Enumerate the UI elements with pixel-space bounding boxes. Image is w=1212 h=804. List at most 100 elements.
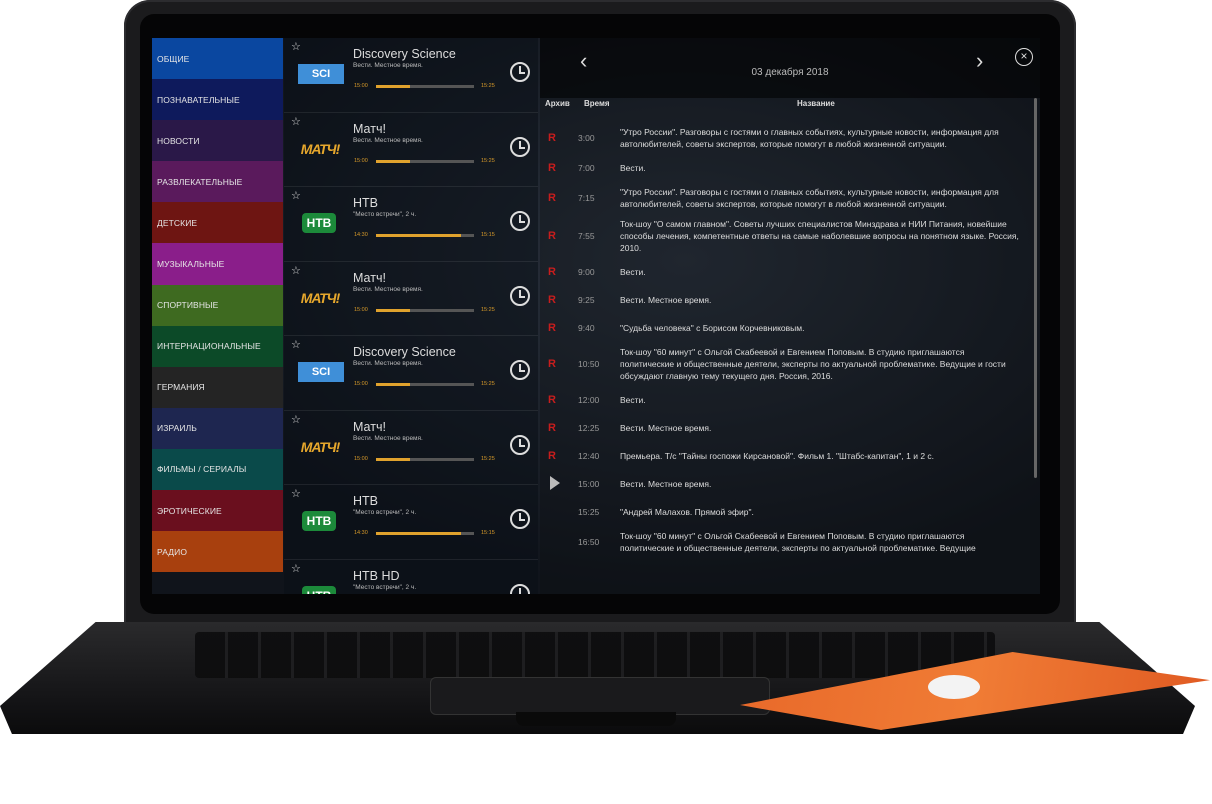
archive-badge[interactable]: R: [540, 450, 578, 462]
category-item[interactable]: РАДИО: [152, 531, 283, 573]
channel-row[interactable]: ☆ SCI Discovery Science Вести. Местное в…: [284, 336, 538, 411]
clock-icon[interactable]: [510, 136, 530, 157]
program-title: Ток-шоу "60 минут" с Ольгой Скабеевой и …: [620, 531, 976, 553]
category-item[interactable]: СПОРТИВНЫЕ: [152, 284, 283, 326]
channel-name: Discovery Science: [353, 345, 456, 359]
favorite-star-icon[interactable]: ☆: [291, 562, 301, 575]
category-sidebar: ОБЩИЕ ПОЗНАВАТЕЛЬНЫЕ НОВОСТИ РАЗВЛЕКАТЕЛЬНЫ…: [152, 38, 283, 573]
current-program: Вести. Местное время.: [353, 136, 423, 144]
program-progress-bar: [376, 308, 474, 312]
archive-badge[interactable]: R: [540, 132, 578, 144]
category-item[interactable]: ИНТЕРНАЦИОНАЛЬНЫЕ: [152, 325, 283, 367]
category-item[interactable]: ИЗРАИЛЬ: [152, 407, 283, 449]
category-item[interactable]: НОВОСТИ: [152, 120, 283, 162]
program-row[interactable]: R 7:00 Вести.: [540, 154, 1040, 182]
scrollbar[interactable]: [1034, 98, 1037, 478]
play-icon[interactable]: [550, 475, 560, 490]
clock-icon[interactable]: [510, 62, 530, 82]
program-row[interactable]: R 10:50 Ток-шоу "60 минут" с Ольгой Скабе…: [540, 342, 1040, 386]
channel-row[interactable]: ☆ SCI Discovery Science Вести. Местное в…: [284, 38, 538, 113]
category-item[interactable]: ГЕРМАНИЯ: [152, 366, 283, 408]
program-row[interactable]: 16:50 Ток-шоу "60 минут" с Ольгой Скабее…: [540, 526, 1040, 558]
program-time: 3:00: [578, 133, 595, 143]
category-item[interactable]: ДЕТСКИЕ: [152, 202, 283, 244]
channel-row[interactable]: ☆ МАТЧ! Матч! Вести. Местное время. 15:00…: [284, 262, 538, 336]
program-row[interactable]: 15:00 Вести. Местное время.: [540, 470, 1040, 498]
clock-icon[interactable]: [510, 360, 530, 380]
col-time: Время: [584, 99, 610, 108]
favorite-star-icon[interactable]: ☆: [291, 189, 301, 202]
current-program: "Место встречи", 2 ч.: [353, 583, 417, 591]
program-time: 7:00: [578, 163, 595, 173]
program-progress-bar: [376, 532, 474, 535]
archive-badge[interactable]: R: [540, 422, 578, 434]
category-item[interactable]: ПОЗНАВАТЕЛЬНЫЕ: [152, 79, 283, 121]
program-title: Ток-шоу "60 минут" с Ольгой Скабеевой и …: [620, 347, 1006, 381]
favorite-star-icon[interactable]: ☆: [291, 264, 301, 277]
archive-badge[interactable]: R: [540, 394, 578, 406]
program-row[interactable]: R 3:00 "Утро России". Разговоры с гостями…: [540, 122, 1040, 154]
channel-row[interactable]: ☆ МАТЧ! Матч! Вести. Местное время. 15:00…: [284, 411, 538, 485]
archive-badge[interactable]: R: [540, 358, 578, 370]
program-end: 15:15: [481, 530, 495, 536]
progress-fill: [376, 532, 462, 535]
clock-icon[interactable]: [510, 211, 530, 231]
clock-icon[interactable]: [510, 285, 530, 306]
channel-row[interactable]: ☆ НТВ НТВ "Место встречи", 2 ч. 14:30 15:…: [284, 485, 538, 560]
channel-row[interactable]: ☆ НТВ НТВ "Место встречи", 2 ч. 14:30 15:…: [284, 187, 538, 262]
close-icon[interactable]: ×: [1015, 48, 1033, 66]
program-row[interactable]: R 9:25 Вести. Местное время.: [540, 286, 1040, 314]
clock-icon[interactable]: [510, 434, 530, 455]
category-item[interactable]: МУЗЫКАЛЬНЫЕ: [152, 243, 283, 285]
archive-badge[interactable]: R: [540, 230, 578, 242]
archive-badge[interactable]: R: [540, 322, 578, 334]
program-start: 15:00: [354, 381, 368, 387]
channel-row[interactable]: ☆ МАТЧ! Матч! Вести. Местное время. 15:00…: [284, 113, 538, 187]
channel-logo: НТВ: [302, 511, 336, 531]
program-time: 12:00: [578, 395, 600, 405]
current-program: Вести. Местное время.: [353, 360, 423, 367]
archive-badge[interactable]: R: [540, 162, 578, 174]
favorite-star-icon[interactable]: ☆: [291, 487, 301, 500]
program-start: 15:00: [354, 455, 368, 462]
program-row[interactable]: R 9:40 "Судьба человека" с Борисом Корчев…: [540, 314, 1040, 342]
favorite-star-icon[interactable]: ☆: [291, 413, 301, 426]
program-time: 9:25: [578, 295, 595, 305]
favorite-star-icon[interactable]: ☆: [291, 338, 301, 351]
program-progress-bar: [376, 234, 474, 237]
channel-name: Discovery Science: [353, 47, 456, 61]
category-item[interactable]: ЭРОТИЧЕСКИЕ: [152, 490, 283, 532]
next-day-chevron-icon[interactable]: ›: [976, 48, 983, 74]
guide-header: ‹ 03 декабря 2018 › ×: [540, 38, 1040, 98]
archive-badge[interactable]: R: [540, 266, 578, 278]
program-start: 14:30: [354, 530, 368, 536]
program-title: Вести.: [620, 163, 646, 173]
clock-icon[interactable]: [510, 509, 530, 529]
channel-row[interactable]: ☆ НТВ НТВ HD "Место встречи", 2 ч.: [284, 560, 538, 594]
program-time: 7:15: [578, 193, 595, 203]
program-row[interactable]: R 12:00 Вести.: [540, 386, 1040, 414]
channel-logo: SCI: [298, 362, 344, 382]
category-item[interactable]: ФИЛЬМЫ / СЕРИАЛЫ: [152, 448, 283, 491]
channel-logo: МАТЧ!: [300, 289, 340, 306]
program-row[interactable]: R 12:25 Вести. Местное время.: [540, 414, 1040, 442]
program-end: 15:25: [481, 455, 495, 462]
program-progress-bar: [376, 85, 474, 88]
program-title: "Андрей Малахов. Прямой эфир".: [620, 507, 754, 517]
favorite-star-icon[interactable]: ☆: [291, 115, 301, 128]
archive-badge[interactable]: R: [540, 294, 578, 306]
category-item[interactable]: РАЗВЛЕКАТЕЛЬНЫЕ: [152, 161, 283, 203]
clock-icon[interactable]: [510, 583, 530, 594]
channel-name: Матч!: [353, 270, 386, 285]
program-row[interactable]: R 7:15 "Утро России". Разговоры с гостями…: [540, 182, 1040, 214]
program-row[interactable]: R 7:55 Ток-шоу "О самом главном". Советы …: [540, 214, 1040, 258]
program-row[interactable]: R 12:40 Премьера. Т/с "Тайны госпожи Кирс…: [540, 442, 1040, 470]
archive-badge[interactable]: R: [540, 192, 578, 204]
program-row[interactable]: 15:25 "Андрей Малахов. Прямой эфир".: [540, 498, 1040, 526]
guide-date: 03 декабря 2018: [751, 67, 829, 78]
category-item[interactable]: ОБЩИЕ: [152, 38, 283, 80]
favorite-star-icon[interactable]: ☆: [291, 40, 301, 53]
program-progress-bar: [376, 457, 474, 461]
progress-fill: [376, 234, 462, 237]
program-row[interactable]: R 9:00 Вести.: [540, 258, 1040, 286]
